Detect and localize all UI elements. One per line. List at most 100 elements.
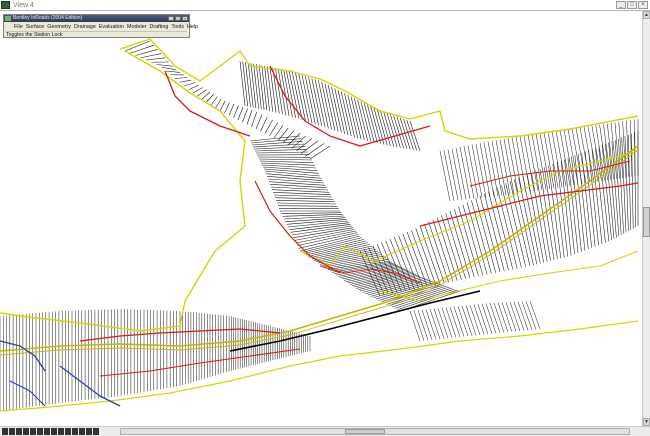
- terrain-model-graphic: [0, 38, 639, 412]
- maximize-button[interactable]: □: [627, 1, 637, 9]
- alignment-line: [0, 149, 639, 356]
- cross-section-line: [275, 200, 335, 202]
- cross-section-line: [258, 158, 313, 161]
- view-window-title: View 4: [13, 2, 34, 9]
- surface-boundary-line: [0, 320, 639, 412]
- cross-section-line: [485, 303, 497, 334]
- vertical-scroll-thumb[interactable]: [643, 207, 650, 237]
- cross-section-line: [393, 115, 404, 149]
- view-control-icon[interactable]: [86, 428, 92, 435]
- close-button[interactable]: ×: [638, 1, 648, 9]
- cross-section-line: [475, 143, 487, 198]
- inroads-minimize-button[interactable]: _: [168, 16, 174, 21]
- inroads-close-button[interactable]: ×: [182, 16, 188, 21]
- cross-section-line: [493, 302, 505, 333]
- cross-section-line: [261, 65, 268, 111]
- cross-section-line: [409, 120, 421, 152]
- cross-section-line: [479, 142, 491, 198]
- cross-section-line: [314, 79, 326, 128]
- minimize-button[interactable]: _: [616, 1, 626, 9]
- cross-section-line: [461, 305, 473, 336]
- view-control-icon[interactable]: [44, 428, 50, 435]
- horizontal-scroll-thumb[interactable]: [345, 429, 385, 434]
- cross-section-line: [269, 66, 277, 113]
- vertical-scrollbar[interactable]: ▲ ▼: [642, 11, 650, 426]
- design-view-canvas[interactable]: [0, 11, 642, 426]
- cross-section-line: [555, 130, 567, 187]
- menu-help[interactable]: Help: [187, 24, 198, 30]
- scroll-up-arrow-icon[interactable]: ▲: [643, 11, 650, 19]
- view-window-icon: [1, 1, 10, 9]
- cross-section-line: [183, 82, 196, 87]
- cross-section-line: [309, 145, 331, 160]
- cross-section-line: [390, 114, 401, 148]
- cross-section-line: [337, 264, 399, 277]
- menu-evaluation[interactable]: Evaluation: [99, 24, 124, 30]
- cross-section-line: [174, 77, 188, 79]
- menu-geometry[interactable]: Geometry: [47, 24, 71, 30]
- cross-section-line: [246, 109, 253, 125]
- cross-section-line: [477, 304, 489, 335]
- cross-section-line: [370, 106, 382, 144]
- cross-section-line: [250, 138, 302, 144]
- scroll-down-arrow-icon[interactable]: ▼: [643, 418, 650, 426]
- cross-section-line: [447, 149, 459, 201]
- cross-section-line: [281, 212, 342, 214]
- cross-section-line: [161, 66, 177, 71]
- cross-section-line: [305, 143, 325, 157]
- cross-section-line: [272, 192, 331, 195]
- view-control-icon[interactable]: [93, 428, 99, 435]
- view-control-icon[interactable]: [9, 428, 15, 435]
- cross-section-line: [188, 84, 199, 91]
- cross-section-line: [501, 302, 513, 332]
- cross-section-line: [254, 149, 307, 152]
- view-control-icon[interactable]: [79, 428, 85, 435]
- cross-section-line: [368, 247, 389, 295]
- cross-section-line: [304, 76, 316, 125]
- cross-section-line: [327, 85, 339, 132]
- view-control-icon[interactable]: [72, 428, 78, 435]
- cross-section-line: [242, 61, 249, 107]
- cross-section-line: [274, 197, 334, 200]
- cross-section-line: [567, 129, 579, 185]
- inroads-maximize-button[interactable]: □: [175, 16, 181, 21]
- cross-section-line: [445, 307, 457, 338]
- cross-section-line: [380, 111, 391, 147]
- cross-section-line: [497, 302, 509, 333]
- cross-section-line: [631, 133, 634, 229]
- cross-section-line: [347, 94, 359, 139]
- cross-section-line: [313, 247, 375, 261]
- cross-section-line: [443, 150, 455, 201]
- menu-drainage[interactable]: Drainage: [74, 24, 96, 30]
- cross-section-line: [579, 127, 591, 183]
- inroads-titlebar[interactable]: Bentley InRoads (2004 Edition) _ □ ×: [4, 15, 189, 22]
- menu-surface[interactable]: Surface: [26, 24, 45, 30]
- cross-section-line: [471, 144, 483, 198]
- cross-section-line: [228, 103, 235, 116]
- view-control-icon[interactable]: [37, 428, 43, 435]
- view-control-icon[interactable]: [65, 428, 71, 435]
- cross-section-line: [507, 138, 519, 194]
- cross-section-line: [469, 304, 481, 336]
- view-control-icon[interactable]: [23, 428, 29, 435]
- cross-section-line: [237, 106, 244, 121]
- cross-section-line: [503, 138, 515, 195]
- menu-tools[interactable]: Tools: [171, 24, 184, 30]
- cross-section-line: [265, 173, 322, 179]
- menu-modeler[interactable]: Modeler: [127, 24, 146, 30]
- cross-section-line: [340, 91, 352, 137]
- view-control-icon[interactable]: [51, 428, 57, 435]
- view-control-icon[interactable]: [58, 428, 64, 435]
- menu-file[interactable]: File: [14, 24, 23, 30]
- view-window-controls: _ □ ×: [616, 1, 648, 9]
- view-control-icon[interactable]: [16, 428, 22, 435]
- view-control-icon[interactable]: [2, 428, 8, 435]
- cross-section-line: [425, 309, 437, 340]
- view-window-titlebar[interactable]: View 4 _ □ ×: [0, 0, 650, 11]
- menu-drafting[interactable]: Drafting: [150, 24, 169, 30]
- cross-section-line: [245, 62, 251, 108]
- view-control-icon[interactable]: [30, 428, 36, 435]
- horizontal-scrollbar[interactable]: [120, 428, 630, 435]
- cross-section-line: [247, 62, 254, 108]
- alignment-line: [0, 145, 639, 352]
